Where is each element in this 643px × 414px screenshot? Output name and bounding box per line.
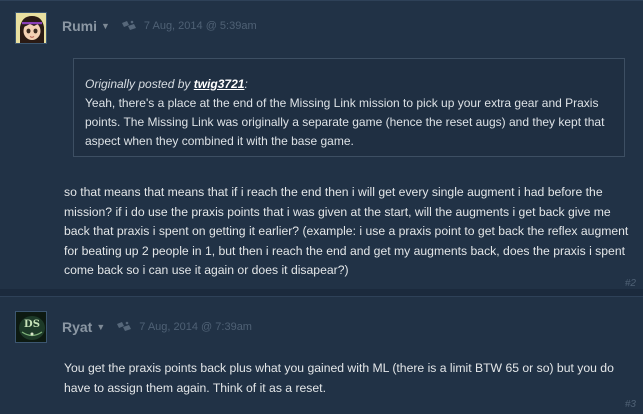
post-header: Rumi ▼ 7 Aug, 2014 @ 5:39am — [62, 18, 257, 34]
forum-post: DS Ryat ▼ 7 Aug, 2014 @ 7:39am You get t… — [0, 296, 643, 414]
forum-post: Rumi ▼ 7 Aug, 2014 @ 5:39am Originally p… — [0, 0, 643, 289]
award-icon — [121, 20, 136, 30]
quote-author-link[interactable]: twig3721 — [194, 77, 245, 91]
author-name[interactable]: Rumi — [62, 18, 97, 34]
quote-suffix: : — [244, 77, 248, 91]
quote-text: Yeah, there's a place at the end of the … — [85, 96, 605, 148]
user-avatar[interactable] — [15, 12, 47, 44]
quote-block: Originally posted by twig3721: Yeah, the… — [73, 58, 625, 157]
post-header: Ryat ▼ 7 Aug, 2014 @ 7:39am — [62, 319, 252, 335]
anime-girl-avatar-icon — [16, 13, 46, 43]
chevron-down-icon[interactable]: ▼ — [96, 322, 105, 332]
user-avatar[interactable]: DS — [15, 311, 47, 343]
post-number-link[interactable]: #2 — [625, 278, 636, 289]
post-number-link[interactable]: #3 — [625, 399, 636, 410]
quote-header: Originally posted by twig3721: — [85, 75, 612, 94]
award-icon — [117, 321, 132, 331]
chevron-down-icon[interactable]: ▼ — [101, 21, 110, 31]
post-body: You get the praxis points back plus what… — [64, 361, 614, 395]
post-timestamp: 7 Aug, 2014 @ 5:39am — [143, 20, 257, 32]
author-name[interactable]: Ryat — [62, 319, 92, 335]
quote-prefix: Originally posted by — [85, 77, 194, 91]
svg-text:DS: DS — [24, 319, 40, 330]
post-timestamp: 7 Aug, 2014 @ 7:39am — [139, 321, 252, 333]
ds-logo-avatar-icon: DS — [16, 312, 46, 342]
post-body: so that means that means that if i reach… — [64, 185, 629, 277]
